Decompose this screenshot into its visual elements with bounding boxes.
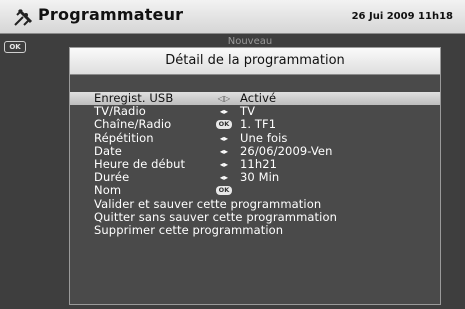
left-right-arrows-icon: ◂▸ (219, 107, 229, 117)
left-right-arrows-icon: ◁▷ (217, 94, 231, 103)
left-right-arrows-icon: ◂▸ (219, 133, 229, 143)
dialog-header: Détail de la programmation (70, 48, 440, 75)
app-title: Programmateur (38, 5, 184, 24)
setting-label: Nom (94, 183, 122, 198)
action-label: Supprimer cette programmation (94, 222, 284, 237)
action-item[interactable]: Quitter sans sauver cette programmation (70, 209, 440, 224)
ok-key-icon: OK (216, 186, 232, 196)
left-right-arrows-icon: ◂▸ (219, 146, 229, 156)
ok-key-icon: OK (216, 120, 232, 130)
setting-value: 30 Min (240, 170, 280, 185)
left-right-arrows-icon: ◂▸ (219, 159, 229, 169)
setting-row[interactable]: Nom OK (70, 184, 440, 197)
setting-row[interactable]: Durée ◂▸ 30 Min (70, 170, 440, 185)
date-time: 26 Jui 2009 11h18 (351, 11, 453, 22)
settings-list: Enregist. USB ◁▷ Activé TV/Radio ◂▸ TV Chaîne/… (70, 91, 440, 237)
action-label: Quitter sans sauver cette programmation (94, 209, 337, 224)
ok-key-icon: OK (4, 41, 26, 53)
setting-label: Chaîne/Radio (94, 117, 172, 132)
setting-value: 26/06/2009-Ven (240, 143, 333, 158)
left-right-arrows-icon: ◂▸ (219, 173, 229, 183)
setting-label: Répétition (94, 130, 154, 145)
programming-detail-dialog: Détail de la programmation Enregist. USB… (69, 47, 441, 305)
setting-label: Date (94, 143, 122, 158)
dialog-title: Détail de la programmation (165, 53, 345, 68)
setting-value: Une fois (240, 130, 288, 145)
satellite-icon (14, 8, 33, 26)
setting-row[interactable]: Chaîne/Radio OK 1. TF1 (70, 118, 440, 131)
setting-row[interactable]: Date ◂▸ 26/06/2009-Ven (70, 143, 440, 158)
top-bar: Programmateur 26 Jui 2009 11h18 (0, 0, 465, 34)
setting-row[interactable]: Répétition ◂▸ Une fois (70, 130, 440, 145)
setting-value: 1. TF1 (240, 117, 277, 132)
action-item[interactable]: Supprimer cette programmation (70, 222, 440, 237)
action-label: Valider et sauver cette programmation (94, 196, 322, 211)
action-item[interactable]: Valider et sauver cette programmation (70, 196, 440, 211)
